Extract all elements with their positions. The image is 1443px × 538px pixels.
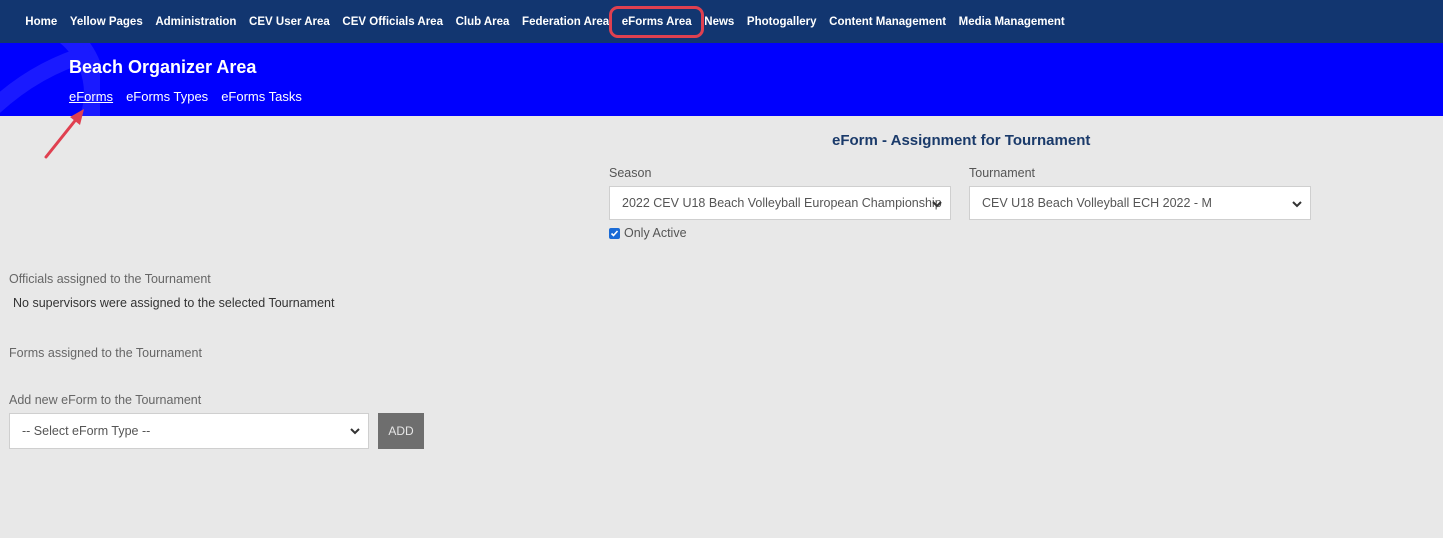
season-label: Season — [609, 166, 652, 180]
subnav-item-eforms-tasks[interactable]: eForms Tasks — [221, 89, 302, 104]
eform-type-select[interactable]: -- Select eForm Type -- — [9, 413, 369, 449]
chevron-down-icon — [1292, 201, 1302, 208]
chevron-down-icon — [932, 201, 942, 208]
nav-item-yellow-pages[interactable]: Yellow Pages — [64, 12, 149, 32]
sub-navigation: eForms eForms Types eForms Tasks — [69, 89, 302, 104]
officials-heading: Officials assigned to the Tournament — [9, 272, 211, 286]
add-eform-button[interactable]: ADD — [378, 413, 424, 449]
check-icon — [610, 229, 619, 237]
top-navigation: Home Yellow Pages Administration CEV Use… — [0, 0, 1443, 43]
nav-item-eforms-area[interactable]: eForms Area — [609, 5, 705, 38]
tournament-select[interactable]: CEV U18 Beach Volleyball ECH 2022 - M — [969, 186, 1311, 220]
tournament-select-value: CEV U18 Beach Volleyball ECH 2022 - M — [982, 196, 1212, 210]
season-select[interactable]: 2022 CEV U18 Beach Volleyball European C… — [609, 186, 951, 220]
nav-item-administration[interactable]: Administration — [149, 12, 243, 32]
nav-item-content-management[interactable]: Content Management — [823, 12, 953, 32]
only-active-checkbox[interactable] — [609, 227, 620, 239]
forms-assigned-heading: Forms assigned to the Tournament — [9, 346, 202, 360]
officials-empty-message: No supervisors were assigned to the sele… — [13, 296, 335, 310]
area-banner: Beach Organizer Area eForms eForms Types… — [0, 43, 1443, 116]
only-active-row: Only Active — [609, 226, 687, 240]
add-eform-heading: Add new eForm to the Tournament — [9, 393, 202, 407]
only-active-label: Only Active — [624, 226, 687, 240]
nav-item-home[interactable]: Home — [19, 12, 64, 32]
tournament-label: Tournament — [969, 166, 1036, 180]
nav-item-news[interactable]: News — [698, 12, 741, 32]
chevron-down-icon — [350, 428, 360, 435]
nav-item-federation-area[interactable]: Federation Area — [516, 12, 616, 32]
season-select-value: 2022 CEV U18 Beach Volleyball European C… — [622, 196, 942, 210]
page-title: Beach Organizer Area — [69, 57, 257, 77]
subnav-item-eforms[interactable]: eForms — [69, 89, 113, 104]
subnav-item-eforms-types[interactable]: eForms Types — [126, 89, 208, 104]
red-arrow-icon — [44, 109, 84, 159]
nav-item-club-area[interactable]: Club Area — [449, 12, 515, 32]
nav-item-cev-user-area[interactable]: CEV User Area — [243, 12, 336, 32]
form-title: eForm - Assignment for Tournament — [832, 132, 1091, 149]
nav-item-media-management[interactable]: Media Management — [952, 12, 1071, 32]
eform-type-select-value: -- Select eForm Type -- — [22, 424, 151, 438]
nav-item-photogallery[interactable]: Photogallery — [741, 12, 823, 32]
nav-item-cev-officials-area[interactable]: CEV Officials Area — [336, 12, 449, 32]
